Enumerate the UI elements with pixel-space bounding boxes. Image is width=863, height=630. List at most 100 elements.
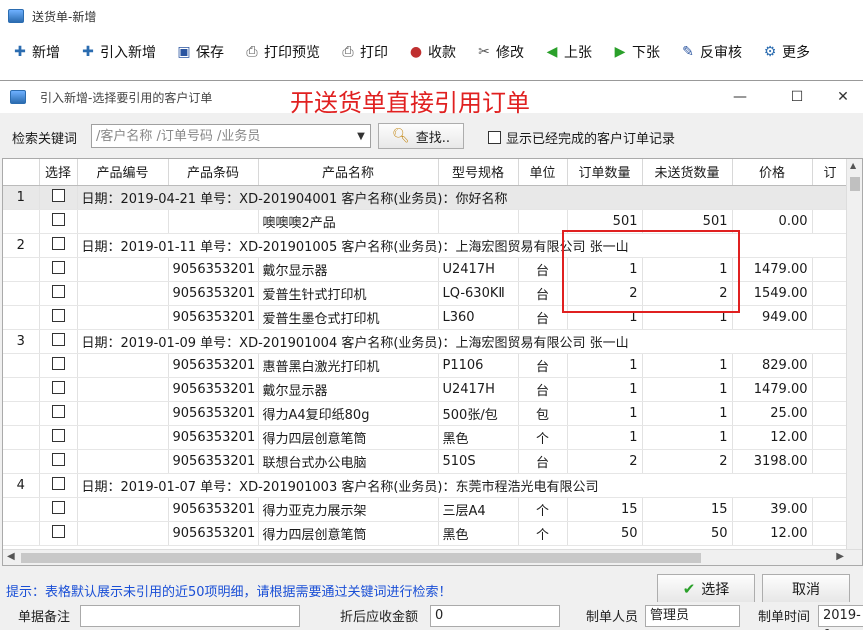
order-item-row[interactable]: 9056353201 爱普生针式打印机 LQ-630KⅡ 台 2 2 1549.00 [3,281,849,306]
column-header[interactable]: 选择 [39,159,78,186]
search-combobox[interactable]: ▼ [91,124,371,148]
order-group-row[interactable]: 4 日期：2019-01-07 单号：XD-201901003 客户名称(业务员)… [3,473,848,498]
prev-button[interactable]: ◀ 上张 [544,42,592,62]
horizontal-scrollbar[interactable]: ◀ ▶ [3,549,862,565]
discount-field[interactable]: 0 [430,605,560,627]
column-header[interactable]: 产品名称 [258,159,439,186]
order-item-row[interactable]: 9056353201 得力亚克力展示架 三层A4 个 15 15 39.00 [3,497,849,522]
select-cell[interactable] [39,401,78,426]
main-form-row: 单据备注 折后应收金额 0 制单人员 管理员 制单时间 2019-0 [0,602,863,630]
select-cell[interactable] [39,521,78,546]
find-button[interactable]: 🔍︎ 查找.. [378,123,464,149]
close-icon[interactable]: ✕ [828,87,858,107]
import-add-button[interactable]: ✚ 引入新增 [80,42,156,62]
select-cell[interactable] [39,473,78,498]
checkbox-box[interactable] [488,131,501,144]
column-header[interactable]: 产品条码 [168,159,259,186]
order-group-row[interactable]: 1 日期：2019-04-21 单号：XD-201904001 客户名称(业务员)… [3,185,848,210]
select-cell[interactable] [39,377,78,402]
cell-spec: 黑色 [438,425,519,450]
select-cell[interactable] [39,257,78,282]
horizontal-scroll-thumb[interactable] [21,553,701,563]
item-checkbox[interactable] [51,500,65,514]
unaudit-button[interactable]: ✎ 反审核 [680,42,742,62]
save-button[interactable]: ▣ 保存 [176,42,224,62]
item-checkbox[interactable] [51,308,65,322]
select-cell[interactable] [39,233,78,258]
more-button[interactable]: ⚙ 更多 [762,42,810,62]
column-header[interactable] [3,159,40,186]
collect-button[interactable]: ● 收款 [408,42,456,62]
select-cell[interactable] [39,209,78,234]
order-item-row[interactable]: 9056353201 联想台式办公电脑 510S 台 2 2 3198.00 [3,449,849,474]
column-header[interactable]: 订单数量 [567,159,643,186]
show-completed-checkbox[interactable]: 显示已经完成的客户订单记录 [488,128,675,147]
row-checkbox[interactable] [51,332,65,346]
column-header[interactable]: 价格 [732,159,813,186]
select-cell[interactable] [39,329,78,354]
print-button[interactable]: ⎙ 打印 [340,42,388,62]
item-checkbox[interactable] [51,380,65,394]
add-button[interactable]: ✚ 新增 [12,42,60,62]
row-number: 2 [3,233,40,258]
select-button[interactable]: ✔ 选择 [657,574,755,604]
order-group-row[interactable]: 2 日期：2019-01-11 单号：XD-201901005 客户名称(业务员)… [3,233,848,258]
cell-unit: 台 [518,377,568,402]
item-checkbox[interactable] [51,212,65,226]
select-cell[interactable] [39,425,78,450]
column-header[interactable]: 订 [812,159,849,186]
item-checkbox[interactable] [51,404,65,418]
maximize-icon[interactable]: ☐ [782,87,812,107]
select-cell[interactable] [39,281,78,306]
item-checkbox[interactable] [51,356,65,370]
select-cell[interactable] [39,497,78,522]
order-item-row[interactable]: 9056353201 得力四层创意笔筒 黑色个 1 1 12.00 [3,425,849,450]
cell-qty: 15 [567,497,643,522]
select-cell[interactable] [39,449,78,474]
scroll-left-icon[interactable]: ◀ [7,551,15,562]
select-cell[interactable] [39,305,78,330]
maker-field[interactable]: 管理员 [645,605,740,627]
column-header[interactable]: 未送货数量 [642,159,733,186]
cell-qty: 1 [567,401,643,426]
next-button[interactable]: ▶ 下张 [612,42,660,62]
order-item-row[interactable]: 9056353201 得力A4复印纸80g 500张/包包 1 1 25.00 [3,401,849,426]
row-checkbox[interactable] [51,188,65,202]
cell-pending: 1 [642,377,733,402]
edit-button[interactable]: ✂ 修改 [476,42,524,62]
cell-extra [812,305,849,330]
order-item-row[interactable]: 噢噢噢2产品 501 501 0.00 [3,209,849,234]
print-preview-button[interactable]: ⎙ 打印预览 [244,42,320,62]
minimize-icon[interactable]: — [725,87,755,107]
select-cell[interactable] [39,185,78,210]
column-header[interactable]: 型号规格 [438,159,519,186]
order-item-row[interactable]: 9056353201 惠普黑白激光打印机 P1106 台 1 1 829.00 [3,353,849,378]
vertical-scrollbar[interactable]: ▲ [846,159,862,551]
vertical-scroll-thumb[interactable] [850,177,860,191]
search-input[interactable] [92,126,352,146]
item-checkbox[interactable] [51,284,65,298]
cell-unit: 个 [518,497,568,522]
order-group-row[interactable]: 3 日期：2019-01-09 单号：XD-201901004 客户名称(业务员)… [3,329,848,354]
row-checkbox[interactable] [51,476,65,490]
order-item-row[interactable]: 9056353201 得力四层创意笔筒 黑色个 50 50 12.00 [3,521,849,546]
time-field[interactable]: 2019-0 [818,605,863,630]
cell-code [77,377,169,402]
item-checkbox[interactable] [51,428,65,442]
column-header[interactable]: 单位 [518,159,568,186]
select-cell[interactable] [39,353,78,378]
dialog-window-icon [10,90,26,104]
cancel-button[interactable]: 取消 [762,574,850,604]
order-item-row[interactable]: 9056353201 戴尔显示器 U2417H 台 1 1 1479.00 [3,377,849,402]
remark-field[interactable] [80,605,300,627]
chevron-down-icon[interactable]: ▼ [352,125,370,147]
item-checkbox[interactable] [51,524,65,538]
scroll-up-icon[interactable]: ▲ [850,161,856,170]
scroll-right-icon[interactable]: ▶ [836,551,844,562]
order-item-row[interactable]: 9056353201 爱普生墨仓式打印机 L360 台 1 1 949.00 [3,305,849,330]
item-checkbox[interactable] [51,452,65,466]
order-item-row[interactable]: 9056353201 戴尔显示器 U2417H 台 1 1 1479.00 [3,257,849,282]
row-checkbox[interactable] [51,236,65,250]
column-header[interactable]: 产品编号 [77,159,169,186]
item-checkbox[interactable] [51,260,65,274]
